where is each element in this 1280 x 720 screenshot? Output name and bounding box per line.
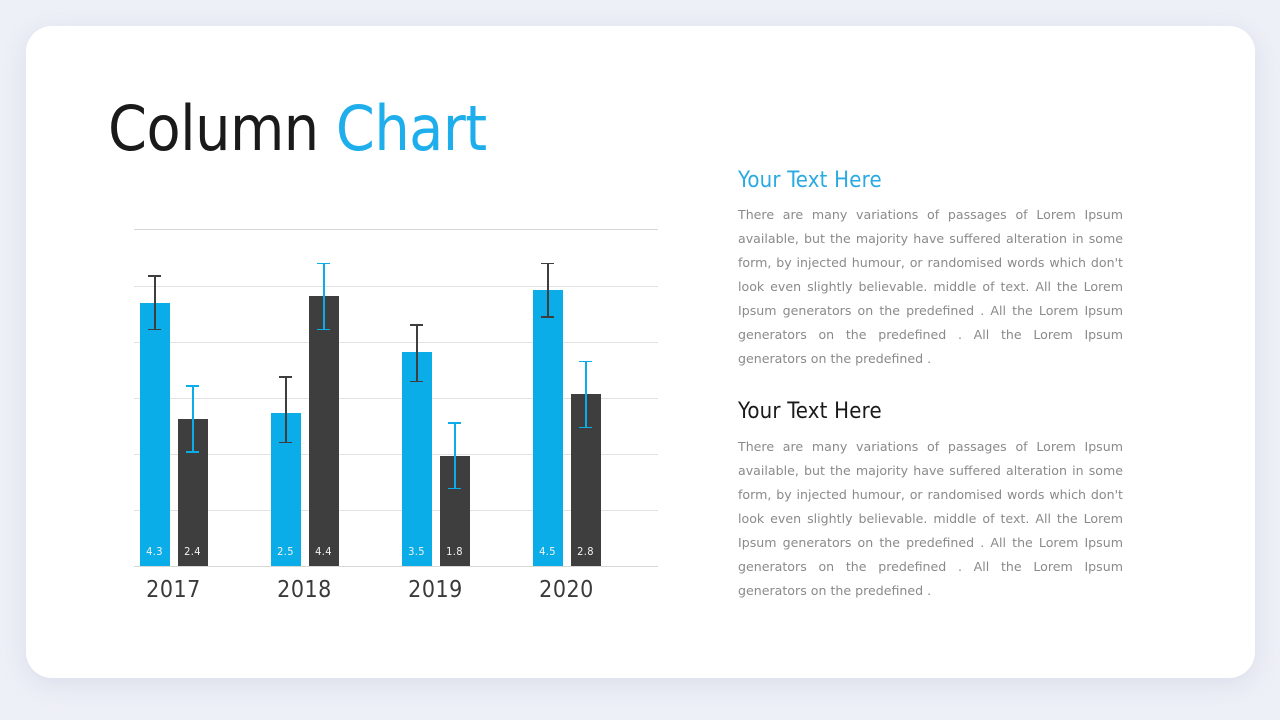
chart-bar[interactable] — [532, 290, 563, 566]
page-title-accent: Chart — [335, 92, 487, 165]
column-chart: 4.3 2.4 2.5 4.4 3.5 1.8 4.5 2.8 2017 2018 2019 202… — [134, 229, 658, 603]
error-bar-cap-bottom — [541, 316, 554, 318]
error-bar — [317, 262, 330, 331]
error-bar-stem — [454, 422, 456, 490]
error-bar — [448, 422, 461, 490]
error-bar-cap-bottom — [410, 380, 423, 383]
error-bar-stem — [585, 360, 587, 429]
error-bar — [186, 385, 199, 453]
error-bar — [410, 323, 423, 383]
error-bar-cap-bottom — [448, 487, 461, 490]
error-bar — [148, 274, 161, 331]
error-bar-stem — [547, 262, 549, 318]
error-bar-cap-bottom — [186, 451, 199, 453]
error-bar — [279, 376, 292, 444]
chart-bar[interactable] — [308, 296, 339, 566]
text-block-heading: Your Text Here — [738, 399, 882, 425]
error-bar-cap-bottom — [279, 441, 292, 444]
text-block: Your Text Here There are many variations … — [738, 168, 1123, 371]
error-bar-cap-bottom — [579, 426, 592, 429]
x-axis-tick-label: 2017 — [146, 577, 201, 603]
text-block-body: There are many variations of passages of… — [738, 207, 1123, 367]
text-block-heading: Your Text Here — [738, 168, 882, 193]
error-bar-stem — [285, 376, 287, 444]
error-bar — [579, 360, 592, 429]
chart-plot-area: 4.3 2.4 2.5 4.4 3.5 1.8 4.5 2.8 — [134, 229, 658, 567]
page-title-main: Column — [108, 92, 336, 165]
error-bar — [541, 262, 554, 318]
chart-bar[interactable] — [139, 302, 170, 566]
chart-bar[interactable] — [401, 351, 432, 566]
page-title: Column Chart — [108, 98, 487, 160]
error-bar-stem — [192, 385, 194, 453]
error-bar-stem — [154, 274, 156, 331]
text-block-body: There are many variations of passages of… — [738, 438, 1123, 598]
text-panel: Your Text Here There are many variations … — [738, 168, 1123, 631]
slide-card: Column Chart 4.3 2.4 2.5 4.4 3.5 1.8 4.5 2.8 20… — [26, 26, 1255, 678]
error-bar-cap-bottom — [148, 328, 161, 331]
text-block: Your Text Here There are many variations … — [738, 399, 1123, 602]
error-bar-stem — [323, 262, 325, 331]
error-bar-cap-bottom — [317, 328, 330, 331]
error-bar-stem — [416, 323, 418, 383]
x-axis-tick-label: 2020 — [539, 577, 594, 603]
x-axis-tick-label: 2018 — [277, 577, 332, 603]
x-axis-tick-label: 2019 — [408, 577, 463, 603]
